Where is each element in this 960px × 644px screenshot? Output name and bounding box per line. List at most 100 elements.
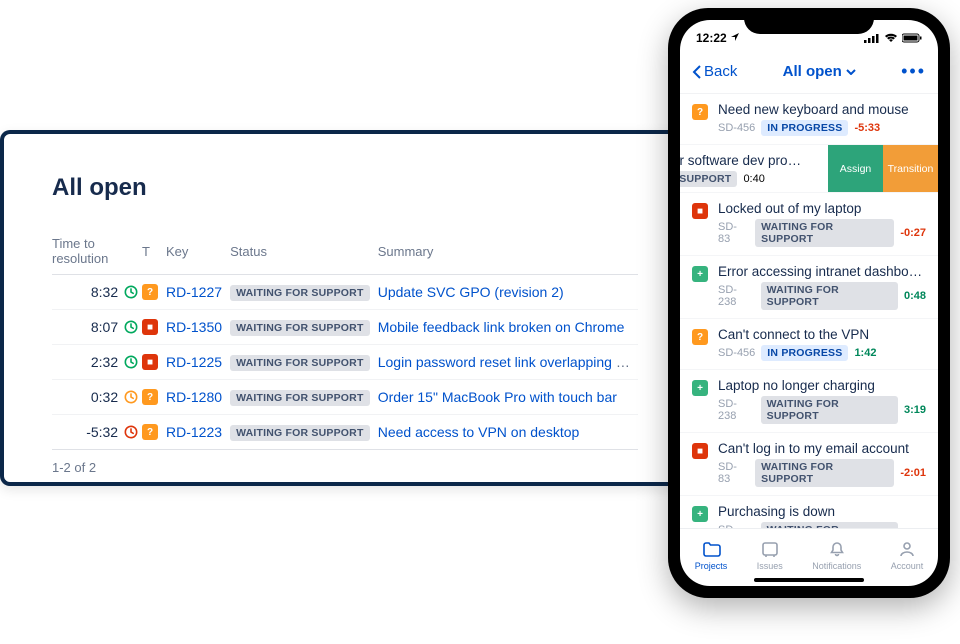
issue-summary-link[interactable]: Need access to VPN on desktop — [378, 424, 580, 440]
list-item-swiped[interactable]: y our software dev product OR SUPPORT 0:… — [680, 145, 938, 193]
status-badge: WAITING FOR SUPPORT — [230, 390, 369, 406]
col-summary[interactable]: Summary — [378, 230, 638, 275]
plus-icon: + — [692, 266, 708, 282]
status-time: 12:22 — [696, 31, 727, 45]
list-item[interactable]: ■ Can't log in to my email account SD-83… — [680, 433, 938, 496]
tab-label: Notifications — [812, 561, 861, 571]
question-icon: ? — [142, 284, 158, 300]
sla-time: -0:27 — [900, 227, 926, 239]
table-row[interactable]: 0:32 ? RD-1280 WAITING FOR SUPPORT Order… — [52, 380, 638, 415]
nav-title-dropdown[interactable]: All open — [783, 63, 856, 80]
issue-key: SD-238 — [718, 284, 755, 308]
queue-title: All open — [52, 174, 638, 202]
issues-icon — [760, 539, 780, 559]
issue-key: SD-238 — [718, 398, 755, 422]
issue-key-link[interactable]: RD-1227 — [166, 284, 222, 300]
issue-summary-link[interactable]: Order 15" MacBook Pro with touch bar — [378, 389, 617, 405]
wifi-icon — [884, 33, 898, 43]
queue-table: Time to resolution T Key Status Summary … — [52, 230, 638, 450]
issue-key-link[interactable]: RD-1350 — [166, 319, 222, 335]
issue-title: Can't connect to the VPN — [718, 327, 926, 342]
tab-label: Issues — [757, 561, 783, 571]
issue-key: SD-238 — [718, 524, 755, 528]
stop-icon: ■ — [142, 319, 158, 335]
sla-time: -5:32 — [86, 424, 118, 440]
status-badge: WAITING FOR SUPPORT — [755, 219, 894, 247]
table-row[interactable]: 2:32 ■ RD-1225 WAITING FOR SUPPORT Login… — [52, 345, 638, 380]
issue-summary-link[interactable]: Update SVC GPO (revision 2) — [378, 284, 564, 300]
sla-time: -2:01 — [900, 467, 926, 479]
status-badge: WAITING FOR SUPPORT — [761, 396, 898, 424]
notifications-icon — [827, 539, 847, 559]
issue-key-link[interactable]: RD-1280 — [166, 389, 222, 405]
chevron-left-icon — [692, 65, 702, 79]
stop-icon: ■ — [142, 354, 158, 370]
list-item[interactable]: ? Can't connect to the VPN SD-456 IN PRO… — [680, 319, 938, 370]
sla-time: -5:33 — [854, 122, 880, 134]
issue-key-link[interactable]: RD-1225 — [166, 354, 222, 370]
home-indicator — [754, 578, 864, 582]
issue-title: Need new keyboard and mouse — [718, 102, 926, 117]
table-row[interactable]: 8:07 ■ RD-1350 WAITING FOR SUPPORT Mobil… — [52, 310, 638, 345]
tab-label: Projects — [695, 561, 728, 571]
col-key[interactable]: Key — [166, 230, 230, 275]
issue-key: SD-83 — [718, 221, 749, 245]
question-icon: ? — [142, 424, 158, 440]
phone-notch — [744, 8, 874, 34]
list-item[interactable]: ■ Locked out of my laptop SD-83 WAITING … — [680, 193, 938, 256]
table-row[interactable]: 8:32 ? RD-1227 WAITING FOR SUPPORT Updat… — [52, 275, 638, 310]
account-icon — [897, 539, 917, 559]
list-item[interactable]: + Purchasing is down SD-238 WAITING FOR … — [680, 496, 938, 528]
sla-time: 8:07 — [91, 319, 118, 335]
phone-screen: 12:22 Back All open ••• ? Need new key — [680, 20, 938, 586]
issue-title: Can't log in to my email account — [718, 441, 926, 456]
list-item[interactable]: + Laptop no longer charging SD-238 WAITI… — [680, 370, 938, 433]
status-badge: IN PROGRESS — [761, 345, 848, 361]
sla-time: 0:48 — [904, 290, 926, 302]
col-type[interactable]: T — [142, 230, 166, 275]
back-label: Back — [704, 63, 737, 80]
tab-account[interactable]: Account — [891, 539, 924, 571]
sla-time: 1:42 — [854, 347, 876, 359]
sla-time: 0:40 — [743, 173, 764, 185]
status-badge: WAITING FOR SUPPORT — [230, 320, 369, 336]
battery-icon — [902, 33, 922, 43]
issue-summary-link[interactable]: Login password reset link overlapping ot… — [378, 354, 638, 370]
status-badge: IN PROGRESS — [761, 120, 848, 136]
list-item[interactable]: + Error accessing intranet dashboard SD-… — [680, 256, 938, 319]
tab-projects[interactable]: Projects — [695, 539, 728, 571]
tab-issues[interactable]: Issues — [757, 539, 783, 571]
issue-title: Error accessing intranet dashboard — [718, 264, 926, 279]
plus-icon: + — [692, 380, 708, 396]
issue-key: SD-456 — [718, 122, 755, 134]
projects-icon — [701, 539, 721, 559]
sla-time: 0:32 — [91, 389, 118, 405]
table-row[interactable]: -5:32 ? RD-1223 WAITING FOR SUPPORT Need… — [52, 415, 638, 450]
issue-summary-link[interactable]: Mobile feedback link broken on Chrome — [378, 319, 625, 335]
issue-key-link[interactable]: RD-1223 — [166, 424, 222, 440]
list-item[interactable]: ? Need new keyboard and mouse SD-456 IN … — [680, 94, 938, 145]
location-icon — [730, 32, 740, 42]
status-badge: WAITING FOR SUPPORT — [755, 459, 894, 487]
plus-icon: + — [692, 506, 708, 522]
issue-title: y our software dev product — [680, 153, 808, 168]
col-time[interactable]: Time to resolution — [52, 230, 142, 275]
sla-time: 2:32 — [91, 354, 118, 370]
issue-title: Locked out of my laptop — [718, 201, 926, 216]
pager-text: 1-2 of 2 — [52, 460, 638, 475]
tab-notifications[interactable]: Notifications — [812, 539, 861, 571]
back-button[interactable]: Back — [692, 63, 737, 80]
issue-key: SD-456 — [718, 347, 755, 359]
more-button[interactable]: ••• — [901, 61, 926, 82]
transition-button[interactable]: Transition — [883, 145, 938, 192]
status-badge: WAITING FOR SUPPORT — [230, 425, 369, 441]
issue-list[interactable]: ? Need new keyboard and mouse SD-456 IN … — [680, 94, 938, 528]
nav-title-text: All open — [783, 63, 842, 80]
issue-title: Laptop no longer charging — [718, 378, 926, 393]
stop-icon: ■ — [692, 203, 708, 219]
col-status[interactable]: Status — [230, 230, 378, 275]
status-badge: WAITING FOR SUPPORT — [230, 355, 369, 371]
question-icon: ? — [142, 389, 158, 405]
assign-button[interactable]: Assign — [828, 145, 883, 192]
issue-title: Purchasing is down — [718, 504, 926, 519]
